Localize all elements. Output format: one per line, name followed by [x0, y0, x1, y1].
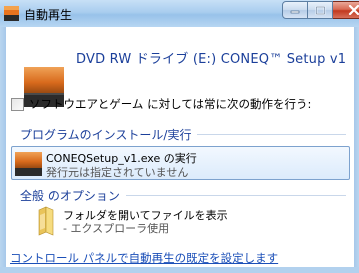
- maximize-button[interactable]: [308, 1, 333, 19]
- autoplay-icon: [4, 6, 19, 21]
- general-section-title: 全般 のオプション: [20, 189, 120, 203]
- maximize-icon: [315, 5, 326, 15]
- window-frame-right: [354, 27, 359, 273]
- publisher-status: 発行元は指定されていません: [46, 166, 189, 179]
- close-button[interactable]: [333, 1, 359, 19]
- control-panel-link[interactable]: コントロール パネルで自動再生の既定を設定します: [10, 250, 278, 266]
- close-icon: [348, 5, 359, 15]
- section-divider: [125, 195, 346, 196]
- install-section-header: プログラムのインストール/実行: [20, 126, 346, 143]
- window-frame-bottom: [0, 267, 359, 273]
- minimize-icon: [290, 6, 300, 14]
- always-do-label[interactable]: ソフトウエアとゲーム に対しては常に次の動作を行う:: [29, 96, 311, 112]
- general-section-header: 全般 のオプション: [20, 187, 346, 204]
- always-do-checkbox[interactable]: [11, 97, 24, 111]
- installer-icon: [15, 150, 42, 177]
- folder-icon: [37, 206, 55, 236]
- minimize-button[interactable]: [282, 1, 308, 19]
- open-folder-option[interactable]: フォルダを開いてファイルを表示 - エクスプローラ使用: [11, 204, 350, 238]
- section-divider: [197, 134, 346, 135]
- caption-buttons: [282, 1, 359, 19]
- run-installer-option[interactable]: CONEQSetup_v1.exe の実行 発行元は指定されていません: [11, 146, 350, 180]
- window-title: 自動再生: [24, 8, 73, 22]
- drive-title: DVD RW ドライブ (E:) CONEQ™ Setup v1: [76, 52, 347, 67]
- install-section-title: プログラムのインストール/実行: [20, 128, 192, 142]
- always-do-row[interactable]: ソフトウエアとゲーム に対しては常に次の動作を行う:: [11, 96, 311, 112]
- autoplay-window: 自動再生 DVD RW ドライブ (E:) CONEQ™ Setup v1 ソフ…: [0, 0, 359, 273]
- title-bar[interactable]: 自動再生: [0, 0, 359, 27]
- open-folder-detail: - エクスプローラ使用: [63, 222, 170, 235]
